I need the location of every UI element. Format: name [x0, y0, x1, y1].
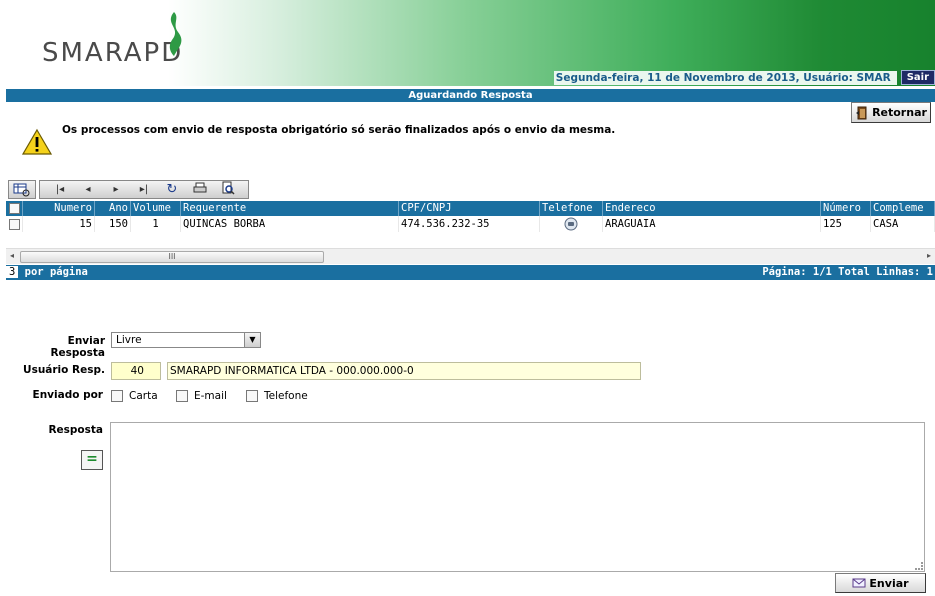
cell-numero-endereco: 125: [821, 216, 871, 232]
logout-button[interactable]: Sair: [900, 70, 935, 85]
usuario-resp-label: Usuário Resp.: [23, 364, 105, 376]
scroll-left-icon[interactable]: ◂: [10, 251, 14, 260]
col-ano[interactable]: Ano: [95, 201, 131, 216]
cell-volume: 1: [131, 216, 181, 232]
telefone-label: Telefone: [264, 390, 308, 402]
cell-numero: 15: [23, 216, 95, 232]
template-button[interactable]: =: [81, 450, 103, 470]
first-page-icon[interactable]: |◂: [51, 184, 69, 195]
grid-header: Numero Ano Volume Requerente CPF/CNPJ Te…: [6, 201, 935, 216]
filter-button[interactable]: [8, 180, 36, 199]
leaf-logo-icon: [169, 12, 182, 56]
cell-requerente: QUINCAS BORBA: [181, 216, 399, 232]
enviado-por-label: Enviado por: [32, 389, 103, 401]
envelope-icon: [852, 578, 866, 588]
refresh-icon[interactable]: ↻: [163, 182, 181, 197]
col-telefone[interactable]: Telefone: [540, 201, 603, 216]
usuario-code-field[interactable]: 40: [111, 362, 161, 380]
per-page-control[interactable]: 3 por página: [6, 265, 88, 280]
enviar-resposta-value: Livre: [116, 334, 142, 346]
col-complemento[interactable]: Compleme: [871, 201, 935, 216]
last-page-icon[interactable]: ▸|: [135, 184, 153, 195]
col-endereco[interactable]: Endereco: [603, 201, 821, 216]
phone-icon[interactable]: [564, 217, 578, 231]
print-icon[interactable]: [191, 182, 209, 197]
pager-info: Página: 1/1 Total Linhas: 1: [762, 266, 933, 278]
usuario-name-field[interactable]: SMARAPD INFORMATICA LTDA - 000.000.000-0: [167, 362, 641, 380]
option-carta[interactable]: Carta: [111, 390, 158, 402]
option-email[interactable]: E-mail: [176, 390, 227, 402]
chevron-down-icon[interactable]: ▼: [244, 333, 260, 347]
select-all-checkbox[interactable]: [6, 201, 23, 216]
col-cpf-cnpj[interactable]: CPF/CNPJ: [399, 201, 540, 216]
col-volume[interactable]: Volume: [131, 201, 181, 216]
cell-cpf-cnpj: 474.536.232-35: [399, 216, 540, 232]
preview-icon[interactable]: [219, 181, 237, 198]
cell-endereco: ARAGUAIA: [603, 216, 821, 232]
per-page-value[interactable]: 3: [6, 266, 19, 278]
send-label: Enviar: [869, 576, 909, 590]
door-exit-icon: [856, 106, 867, 119]
col-numero-endereco[interactable]: Número: [821, 201, 871, 216]
header-banner: SMARAPD Segunda-feira, 11 de Novembro de…: [0, 0, 935, 86]
cell-complemento: CASA: [871, 216, 935, 232]
option-telefone[interactable]: Telefone: [246, 390, 308, 402]
carta-checkbox[interactable]: [111, 390, 123, 402]
resposta-label: Resposta: [48, 424, 103, 436]
row-checkbox[interactable]: [6, 216, 23, 232]
return-label: Retornar: [872, 106, 927, 119]
warning-message: Os processos com envio de resposta obrig…: [62, 124, 616, 136]
next-page-icon[interactable]: ▸: [107, 184, 125, 195]
resize-grip-icon[interactable]: [915, 562, 923, 570]
cell-telefone[interactable]: [540, 216, 603, 232]
enviar-resposta-label: Enviar Resposta: [50, 335, 105, 359]
resposta-textarea[interactable]: [110, 422, 925, 572]
telefone-checkbox[interactable]: [246, 390, 258, 402]
col-requerente[interactable]: Requerente: [181, 201, 399, 216]
scroll-right-icon[interactable]: ▸: [927, 251, 931, 260]
carta-label: Carta: [129, 390, 158, 402]
enviar-resposta-select[interactable]: Livre ▼: [111, 332, 261, 348]
filter-grid-icon: [13, 183, 30, 196]
send-button[interactable]: Enviar: [835, 573, 926, 593]
prev-page-icon[interactable]: ◂: [79, 184, 97, 195]
date-user-bar: Segunda-feira, 11 de Novembro de 2013, U…: [553, 70, 935, 85]
email-checkbox[interactable]: [176, 390, 188, 402]
results-grid: Numero Ano Volume Requerente CPF/CNPJ Te…: [6, 201, 935, 232]
return-button[interactable]: Retornar: [851, 102, 931, 123]
email-label: E-mail: [194, 390, 227, 402]
horizontal-scrollbar[interactable]: ◂ III ▸: [6, 248, 935, 264]
scroll-thumb[interactable]: III: [20, 251, 324, 263]
pager-bar: 3 por página Página: 1/1 Total Linhas: 1: [6, 265, 935, 280]
cell-ano: 150: [95, 216, 131, 232]
date-user-text: Segunda-feira, 11 de Novembro de 2013, U…: [553, 70, 897, 85]
table-row[interactable]: 15 150 1 QUINCAS BORBA 474.536.232-35 AR…: [6, 216, 935, 232]
warning-icon: [22, 128, 52, 155]
grid-toolbar: |◂ ◂ ▸ ▸| ↻: [39, 180, 249, 199]
per-page-label: por página: [24, 266, 88, 278]
page-title: Aguardando Resposta: [6, 89, 935, 102]
col-numero[interactable]: Numero: [23, 201, 95, 216]
